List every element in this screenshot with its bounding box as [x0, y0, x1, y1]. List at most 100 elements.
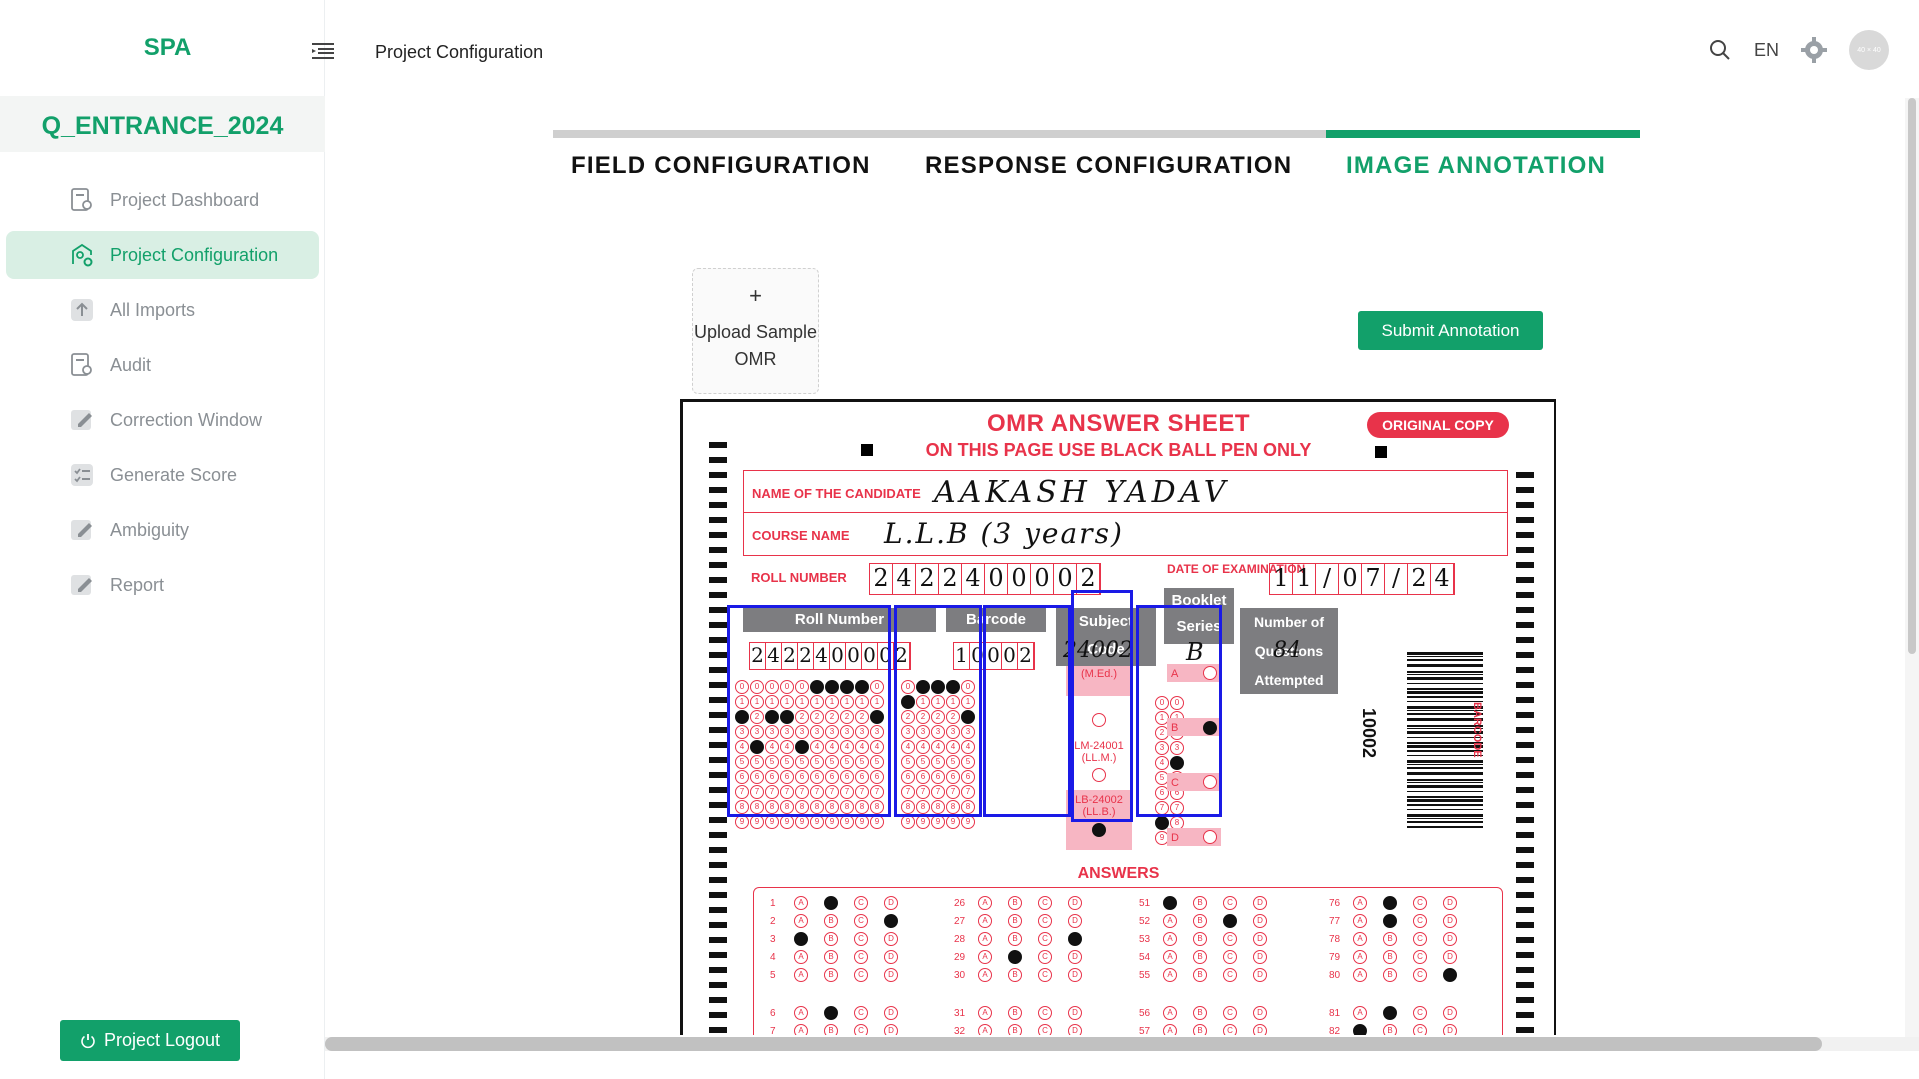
- search-icon[interactable]: [1708, 38, 1732, 62]
- answer-bubble: C: [854, 1024, 868, 1035]
- timing-mark: [709, 667, 727, 673]
- timing-marks-left: [709, 442, 727, 1035]
- timing-mark: [1516, 832, 1534, 838]
- answer-bubble: A: [978, 950, 992, 964]
- answer-bubble: A: [1353, 914, 1367, 928]
- barcode-bar: [1407, 688, 1483, 690]
- annotation-box-questions-attempted[interactable]: [1136, 605, 1222, 817]
- timing-mark: [1516, 607, 1534, 613]
- project-logout-button[interactable]: Project Logout: [60, 1020, 240, 1061]
- digit-cell: 4: [1431, 564, 1454, 594]
- barcode-bar: [1407, 664, 1483, 667]
- sidebar-item-generate-score[interactable]: Generate Score: [6, 451, 319, 499]
- answer-bubble: A: [794, 1006, 808, 1020]
- answer-bubble: D: [1443, 1024, 1457, 1035]
- logout-label: Project Logout: [103, 1030, 221, 1050]
- tab-image-annotation[interactable]: IMAGE ANNOTATION: [1346, 152, 1606, 180]
- answer-bubble: A: [978, 914, 992, 928]
- timing-mark: [1516, 562, 1534, 568]
- answer-bubble: [824, 896, 838, 910]
- brand-logo[interactable]: SPA: [0, 34, 335, 62]
- timing-mark: [709, 577, 727, 583]
- digit-cell: 2: [870, 564, 893, 594]
- answer-bubble: A: [1163, 950, 1177, 964]
- answer-bubble: C: [1413, 1006, 1427, 1020]
- sidebar-item-audit[interactable]: Audit: [6, 341, 319, 389]
- timing-mark: [709, 817, 727, 823]
- answer-bubble: C: [1038, 968, 1052, 982]
- sidebar-item-correction-window[interactable]: Correction Window: [6, 396, 319, 444]
- submit-annotation-button[interactable]: Submit Annotation: [1358, 311, 1543, 350]
- barcode-bar: [1407, 791, 1483, 792]
- question-number: 2: [770, 916, 776, 927]
- omr-bubble: 9: [855, 815, 869, 829]
- tab-field-configuration[interactable]: FIELD CONFIGURATION: [571, 152, 871, 180]
- avatar[interactable]: 40 × 40: [1849, 30, 1889, 70]
- barcode-bar: [1407, 671, 1483, 673]
- timing-mark: [1516, 472, 1534, 478]
- answers-grid: 1 A C D 2 A B C 3 B C D 4 A B C D 5 A B C D 6 A C D 7 A B C D 26 A B C D 27 A…: [753, 887, 1503, 1035]
- answer-bubble: D: [1443, 932, 1457, 946]
- answer-bubble: C: [1413, 1024, 1427, 1035]
- vertical-scrollbar-thumb[interactable]: [1908, 98, 1916, 654]
- answer-bubble: C: [854, 914, 868, 928]
- sidebar-nav: Project Dashboard Project Configuration …: [6, 176, 319, 616]
- sidebar-item-report[interactable]: Report: [6, 561, 319, 609]
- sidebar-item-label: Generate Score: [110, 464, 238, 485]
- barcode-bar: [1407, 674, 1483, 675]
- tab-response-configuration[interactable]: RESPONSE CONFIGURATION: [925, 152, 1292, 180]
- timing-mark: [1516, 802, 1534, 808]
- omr-bubble: 9: [750, 815, 764, 829]
- sidebar-item-all-imports[interactable]: All Imports: [6, 286, 319, 334]
- timing-mark: [1516, 667, 1534, 673]
- timing-mark: [709, 952, 727, 958]
- annotation-box-subject-code[interactable]: [983, 605, 1071, 817]
- sidebar-item-project-configuration[interactable]: Project Configuration: [6, 231, 319, 279]
- answer-bubble: D: [1253, 950, 1267, 964]
- language-selector[interactable]: EN: [1754, 40, 1779, 61]
- annotation-box-booklet-series[interactable]: [1071, 590, 1133, 822]
- answer-bubble: B: [1383, 968, 1397, 982]
- question-number: 27: [954, 916, 966, 927]
- answer-bubble: C: [854, 968, 868, 982]
- candidate-name-value: AAKASH YADAV: [934, 475, 1230, 510]
- answer-bubble: C: [1038, 1024, 1052, 1035]
- question-number: 5: [770, 970, 776, 981]
- timing-mark: [1516, 952, 1534, 958]
- timing-marks-right: [1516, 472, 1534, 1035]
- question-number: 4: [770, 952, 776, 963]
- omr-sheet-image[interactable]: OMR ANSWER SHEET ON THIS PAGE USE BLACK …: [680, 399, 1556, 1035]
- answer-bubble: A: [1163, 1006, 1177, 1020]
- annotation-box-roll-number[interactable]: [727, 605, 891, 817]
- question-number: 55: [1139, 970, 1151, 981]
- upload-sample-omr-button[interactable]: + Upload Sample OMR: [692, 268, 819, 394]
- timing-mark: [709, 787, 727, 793]
- horizontal-scrollbar-thumb[interactable]: [325, 1037, 1822, 1051]
- timing-mark: [1516, 817, 1534, 823]
- sidebar-item-project-dashboard[interactable]: Project Dashboard: [6, 176, 319, 224]
- sidebar-item-ambiguity[interactable]: Ambiguity: [6, 506, 319, 554]
- answer-bubble: A: [794, 950, 808, 964]
- edit-icon: [71, 410, 92, 430]
- timing-mark: [709, 637, 727, 643]
- question-number: 79: [1329, 952, 1341, 963]
- question-number: 76: [1329, 898, 1341, 909]
- digit-cell: 4: [893, 564, 916, 594]
- question-number: 29: [954, 952, 966, 963]
- menu-collapse-icon[interactable]: [312, 42, 334, 60]
- steps-progress-active: [1326, 130, 1640, 138]
- timing-mark: [1516, 592, 1534, 598]
- barcode-bar: [1407, 764, 1483, 765]
- answer-bubble: C: [1038, 914, 1052, 928]
- timing-mark: [1516, 937, 1534, 943]
- annotation-box-barcode[interactable]: [894, 605, 982, 817]
- answer-bubble: [1443, 968, 1457, 982]
- question-number: 51: [1139, 898, 1151, 909]
- series-bubble-d: [1203, 830, 1217, 844]
- sidebar-item-label: Audit: [110, 354, 152, 375]
- plus-icon: +: [749, 283, 762, 308]
- barcode-bar: [1407, 677, 1483, 680]
- settings-gear-icon[interactable]: [1801, 37, 1827, 63]
- answer-bubble: A: [794, 1024, 808, 1035]
- sidebar-item-label: All Imports: [110, 299, 196, 320]
